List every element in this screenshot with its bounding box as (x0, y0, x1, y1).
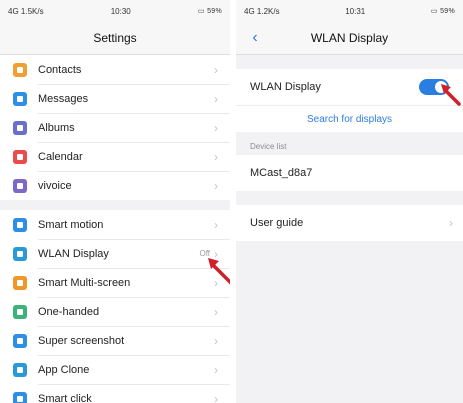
settings-item-super-screenshot[interactable]: Super screenshot › (0, 326, 230, 355)
smart-multiscreen-icon (13, 275, 27, 290)
device-list-label: Device list (250, 142, 287, 151)
smart-motion-icon (13, 217, 27, 232)
settings-item-calendar[interactable]: Calendar › (0, 142, 230, 171)
page-title: Settings (93, 31, 137, 45)
status-time: 10:31 (345, 6, 366, 16)
app-clone-icon (13, 362, 27, 377)
settings-item-smart-motion[interactable]: Smart motion › (0, 210, 230, 239)
chevron-right-icon: › (214, 217, 218, 232)
network-speed: 4G 1.2K/s (244, 6, 280, 16)
chevron-right-icon: › (214, 120, 218, 135)
albums-icon (13, 120, 27, 135)
smart-click-icon (13, 391, 27, 403)
settings-group-features: Smart motion › WLAN Display Off › Smart Multi… (0, 210, 230, 403)
wlan-display-label: WLAN Display (250, 81, 321, 93)
settings-item-label: Albums (38, 121, 75, 134)
status-bar: 4G 1.5K/s 10:30 ▭ 59% (0, 0, 230, 22)
pointer-arrow-icon (441, 84, 461, 106)
device-name: MCast_d8a7 (250, 167, 313, 179)
settings-item-label: Messages (38, 92, 89, 105)
settings-item-label: Super screenshot (38, 334, 125, 347)
settings-item-smart-multi-screen[interactable]: Smart Multi-screen › (0, 268, 230, 297)
status-time: 10:30 (110, 6, 131, 16)
chevron-right-icon: › (214, 91, 218, 106)
battery-icon: ▭ (197, 8, 205, 15)
settings-item-app-clone[interactable]: App Clone › (0, 355, 230, 384)
settings-item-label: Smart motion (38, 218, 104, 231)
battery-level: ▭ 59% (430, 8, 455, 15)
settings-item-label: Calendar (38, 150, 83, 163)
settings-item-vivoice[interactable]: vivoice › (0, 171, 230, 200)
settings-item-albums[interactable]: Albums › (0, 113, 230, 142)
settings-item-one-handed[interactable]: One-handed › (0, 297, 230, 326)
settings-item-label: One-handed (38, 305, 100, 318)
pointer-arrow-icon (208, 258, 230, 285)
settings-group-apps: Contacts › Messages › Albums › Calendar › vivoic… (0, 55, 230, 200)
chevron-left-icon: ‹ (252, 29, 258, 46)
chevron-right-icon: › (214, 178, 218, 193)
settings-item-label: Smart Multi-screen (38, 276, 131, 289)
network-speed: 4G 1.5K/s (8, 6, 44, 16)
settings-item-label: WLAN Display (38, 247, 109, 260)
calendar-icon (13, 149, 27, 164)
wlan-display-toggle-row: WLAN Display (236, 69, 463, 105)
settings-item-label: Smart click (38, 392, 92, 403)
contacts-icon (13, 62, 27, 77)
chevron-right-icon: › (214, 391, 218, 403)
wlan-navbar: ‹ WLAN Display (236, 22, 463, 55)
page-title: WLAN Display (310, 31, 389, 45)
settings-item-messages[interactable]: Messages › (0, 84, 230, 113)
chevron-right-icon: › (214, 362, 218, 377)
super-screenshot-icon (13, 333, 27, 348)
chevron-right-icon: › (214, 304, 218, 319)
settings-item-contacts[interactable]: Contacts › (0, 55, 230, 84)
settings-item-label: Contacts (38, 63, 82, 76)
wlan-display-screen: 4G 1.2K/s 10:31 ▭ 59% ‹ WLAN Display WLA… (236, 0, 463, 403)
settings-item-label: App Clone (38, 363, 90, 376)
search-displays-button[interactable]: Search for displays (236, 105, 463, 132)
user-guide-label: User guide (250, 217, 304, 229)
settings-item-label: vivoice (38, 179, 72, 192)
chevron-right-icon: › (449, 216, 453, 230)
user-guide-row[interactable]: User guide › (236, 205, 463, 241)
battery-level: ▭ 59% (197, 8, 222, 15)
settings-item-wlan-display[interactable]: WLAN Display Off › (0, 239, 230, 268)
settings-navbar: Settings (0, 22, 230, 55)
device-row[interactable]: MCast_d8a7 (236, 155, 463, 191)
settings-item-smart-click[interactable]: Smart click › (0, 384, 230, 403)
chevron-right-icon: › (214, 62, 218, 77)
chevron-right-icon: › (214, 149, 218, 164)
status-bar: 4G 1.2K/s 10:31 ▭ 59% (236, 0, 463, 22)
settings-screen: 4G 1.5K/s 10:30 ▭ 59% Settings Contacts ›… (0, 0, 230, 403)
wlan-display-icon (13, 246, 27, 261)
battery-icon: ▭ (430, 8, 438, 15)
chevron-right-icon: › (214, 333, 218, 348)
vivoice-icon (13, 178, 27, 193)
one-handed-icon (13, 304, 27, 319)
messages-icon (13, 91, 27, 106)
back-button[interactable]: ‹ (246, 28, 264, 48)
